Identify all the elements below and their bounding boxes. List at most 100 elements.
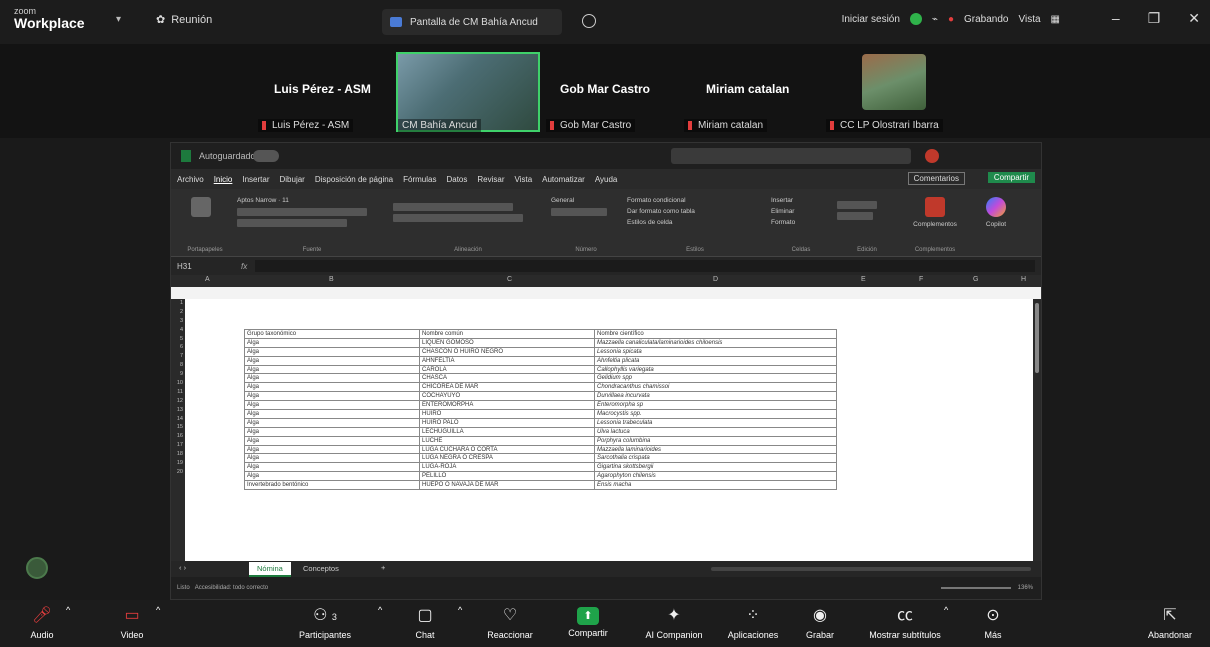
copilot-icon[interactable] <box>986 197 1006 217</box>
table-cell[interactable]: HUIRO PALO <box>419 417 595 428</box>
sheet-tab-nomina[interactable]: Nómina <box>249 562 291 577</box>
header-cell[interactable]: Nombre científico <box>594 329 837 339</box>
table-cell[interactable]: Alga <box>244 391 420 402</box>
row-number[interactable]: 4 <box>171 326 185 335</box>
scroll-thumb[interactable] <box>1035 303 1039 373</box>
row-number[interactable]: 8 <box>171 361 185 370</box>
row-number[interactable]: 11 <box>171 388 185 397</box>
table-cell[interactable]: Alga <box>244 355 420 366</box>
column-header[interactable]: D <box>713 276 718 283</box>
table-cell[interactable]: Ahnfeltia plicata <box>594 355 837 366</box>
restore-icon[interactable]: ❐ <box>1148 10 1161 27</box>
vertical-scrollbar[interactable] <box>1033 299 1041 561</box>
sheet-nav-arrows[interactable]: ‹ › <box>179 563 186 572</box>
view-options-icon[interactable] <box>582 14 596 28</box>
table-cell[interactable]: Lessonia spicata <box>594 346 837 357</box>
excel-share-button[interactable]: Compartir <box>987 172 1035 183</box>
insert-cells-button[interactable]: Insertar <box>771 197 831 204</box>
row-number[interactable]: 19 <box>171 459 185 468</box>
delete-cells-button[interactable]: Eliminar <box>771 208 831 215</box>
apps-button[interactable]: ⁘ Aplicaciones <box>720 605 786 640</box>
table-cell[interactable]: Alga <box>244 400 420 411</box>
leave-button[interactable]: ⇱ Abandonar <box>1140 605 1200 640</box>
row-number[interactable]: 1 <box>171 299 185 308</box>
row-number[interactable]: 15 <box>171 423 185 432</box>
minimize-icon[interactable]: – <box>1112 10 1120 27</box>
table-cell[interactable]: Alga <box>244 453 420 464</box>
horizontal-scrollbar[interactable] <box>711 567 1031 571</box>
spreadsheet-grid[interactable]: 1 2 3 4 5 6 7 8 9 10 11 12 13 14 15 16 17 18 19 20 Grupo ta… <box>171 299 1035 561</box>
table-cell[interactable]: Alga <box>244 337 420 348</box>
user-avatar[interactable] <box>925 149 939 163</box>
column-header[interactable]: B <box>329 276 334 283</box>
row-number[interactable]: 12 <box>171 397 185 406</box>
close-icon[interactable]: ✕ <box>1188 10 1200 27</box>
participant-tile-video[interactable]: CM Bahía Ancud <box>396 52 540 132</box>
addins-button[interactable]: Complementos <box>905 221 965 228</box>
participant-tile[interactable]: Miriam catalan Miriam catalan <box>684 52 804 132</box>
table-cell[interactable]: Alga <box>244 417 420 428</box>
table-cell[interactable]: Sarcothalia crispata <box>594 453 837 464</box>
row-number[interactable]: 7 <box>171 352 185 361</box>
view-button[interactable]: Vista <box>1018 14 1040 25</box>
table-cell[interactable]: Alga <box>244 471 420 482</box>
conditional-format-button[interactable]: Formato condicional <box>627 197 763 204</box>
formula-input[interactable] <box>255 260 1035 272</box>
chevron-down-icon[interactable]: ▾ <box>116 14 121 25</box>
table-cell[interactable]: LUCHE <box>419 435 595 446</box>
table-cell[interactable]: CHASCON O HUIRO NEGRO <box>419 346 595 357</box>
row-number[interactable]: 13 <box>171 406 185 415</box>
copilot-button[interactable]: Copilot <box>971 221 1021 228</box>
row-number[interactable]: 16 <box>171 432 185 441</box>
sheet-tab-conceptos[interactable]: Conceptos <box>295 562 347 575</box>
row-number[interactable]: 9 <box>171 370 185 379</box>
reactions-button[interactable]: ♡ Reaccionar <box>480 605 540 640</box>
signal-icon[interactable]: ⌁ <box>932 14 938 25</box>
meeting-info-button[interactable]: ✿ Reunión <box>156 13 212 27</box>
menu-dibujar[interactable]: Dibujar <box>280 175 305 184</box>
table-cell[interactable]: Agarophyton chilensis <box>594 471 837 482</box>
record-button[interactable]: ◉ Grabar <box>800 605 840 640</box>
merge-tools[interactable] <box>393 214 523 222</box>
chevron-up-icon[interactable]: ^ <box>458 605 462 615</box>
table-cell[interactable]: COCHAYUYO <box>419 391 595 402</box>
row-number[interactable]: 18 <box>171 450 185 459</box>
chevron-up-icon[interactable]: ^ <box>944 605 948 615</box>
column-header[interactable]: E <box>861 276 866 283</box>
participant-tile-video[interactable]: CC LP Olostrari Ibarra <box>826 52 966 132</box>
zoom-slider[interactable] <box>941 587 1011 589</box>
font-tools[interactable] <box>237 208 367 216</box>
header-cell[interactable]: Nombre común <box>419 329 595 339</box>
menu-datos[interactable]: Datos <box>446 175 467 184</box>
table-cell[interactable]: Durvillaea incurvata <box>594 391 837 402</box>
table-cell[interactable]: HUIRO <box>419 409 595 419</box>
font-name-select[interactable]: Aptos Narrow · 11 <box>237 197 387 204</box>
menu-insertar[interactable]: Insertar <box>242 175 269 184</box>
zoom-level[interactable]: 136% <box>1018 577 1033 599</box>
table-cell[interactable]: Macrocystis spp. <box>594 409 837 419</box>
table-cell[interactable]: Lessonia trabeculata <box>594 417 837 428</box>
table-cell[interactable]: HUEPO O NAVAJA DE MAR <box>419 480 595 491</box>
participant-tile[interactable]: Gob Mar Castro Gob Mar Castro <box>546 52 666 132</box>
table-cell[interactable]: Alga <box>244 426 420 437</box>
row-number[interactable]: 2 <box>171 308 185 317</box>
table-cell[interactable]: Mazzaella canaliculata/laminarioides chi… <box>594 337 837 348</box>
signin-link[interactable]: Iniciar sesión <box>842 14 900 25</box>
menu-archivo[interactable]: Archivo <box>177 175 204 184</box>
menu-formulas[interactable]: Fórmulas <box>403 175 436 184</box>
format-cells-button[interactable]: Formato <box>771 219 831 226</box>
recording-label[interactable]: Grabando <box>964 14 1008 25</box>
font-color-tools[interactable] <box>237 219 347 227</box>
subtitles-button[interactable]: ㏄ Mostrar subtítulos <box>862 605 948 640</box>
table-cell[interactable]: PELILLO <box>419 471 595 482</box>
paste-icon[interactable] <box>191 197 211 217</box>
participants-button[interactable]: ⚇ 3 Participantes <box>290 605 360 640</box>
row-number[interactable]: 10 <box>171 379 185 388</box>
sum-tools[interactable] <box>837 201 877 209</box>
table-cell[interactable]: Alga <box>244 382 420 393</box>
row-number[interactable]: 3 <box>171 317 185 326</box>
table-cell[interactable]: Alga <box>244 435 420 446</box>
floating-reaction-icon[interactable] <box>26 557 48 579</box>
table-cell[interactable]: ENTEROMORPHA <box>419 400 595 411</box>
table-cell[interactable]: Gigartina skottsbergii <box>594 462 837 473</box>
